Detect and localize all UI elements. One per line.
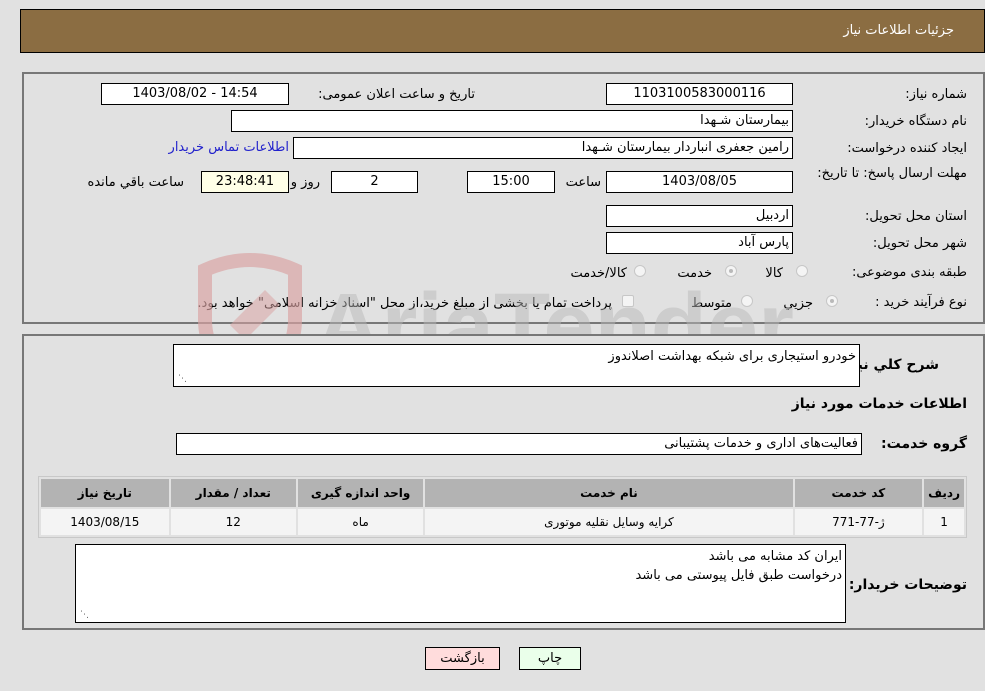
deadline-label: مهلت ارسال پاسخ: تا تاریخ: xyxy=(817,166,967,181)
days-label: روز و xyxy=(290,175,320,190)
province-field[interactable]: اردبیل xyxy=(606,205,793,227)
deadline-time-label: ساعت xyxy=(565,175,601,190)
services-table: ردیف کد خدمت نام خدمت واحد اندازه گیری ت… xyxy=(38,476,967,538)
category-radio-service[interactable] xyxy=(725,265,737,277)
col-header-row-number: ردیف xyxy=(924,479,964,507)
city-field[interactable]: پارس آباد xyxy=(606,232,793,254)
days-remaining-field[interactable]: 2 xyxy=(331,171,418,193)
buyer-contact-link[interactable]: اطلاعات تماس خریدار xyxy=(169,140,289,155)
service-group-label: گروه خدمت: xyxy=(881,436,967,452)
treasury-checkbox[interactable] xyxy=(622,295,634,307)
buyer-org-field[interactable]: بیمارستان شـهدا xyxy=(231,110,793,132)
table-row: 1 ژ-77-771 کرایه وسایل نقلیه موتوری ماه … xyxy=(41,509,964,535)
table-header-row: ردیف کد خدمت نام خدمت واحد اندازه گیری ت… xyxy=(41,479,964,507)
province-label: استان محل تحویل: xyxy=(865,209,967,224)
cell-need-date: 1403/08/15 xyxy=(41,509,169,535)
print-button[interactable]: چاپ xyxy=(519,647,581,670)
cell-service-name: کرایه وسایل نقلیه موتوری xyxy=(425,509,793,535)
creator-label: ایجاد کننده درخواست: xyxy=(847,141,967,156)
col-header-unit: واحد اندازه گیری xyxy=(297,479,424,507)
process-option-minor: جزيي xyxy=(783,296,813,311)
category-option-goods: کالا xyxy=(765,266,783,281)
deadline-time-field[interactable]: 15:00 xyxy=(467,171,555,193)
resize-grip-icon[interactable]: ⋰ xyxy=(79,610,89,620)
buyer-notes-line-2: درخواست طبق فایل پیوستی می باشد xyxy=(635,568,842,583)
process-type-label: نوع فرآیند خرید : xyxy=(875,295,967,310)
back-button[interactable]: بازگشت xyxy=(425,647,500,670)
resize-grip-icon[interactable]: ⋰ xyxy=(177,374,187,384)
cell-service-code: ژ-77-771 xyxy=(794,509,923,535)
col-header-quantity: تعداد / مقدار xyxy=(170,479,296,507)
services-heading: اطلاعات خدمات مورد نیاز xyxy=(791,396,967,412)
remaining-time-field[interactable]: 23:48:41 xyxy=(201,171,289,193)
description-text: خودرو استیجاری برای شبکه بهداشت اصلاندوز xyxy=(608,349,856,364)
buyer-notes-line-1: ایران کد مشابه می باشد xyxy=(708,549,842,564)
buyer-org-label: نام دستگاه خریدار: xyxy=(864,114,967,129)
page-title: جزئیات اطلاعات نیاز xyxy=(843,23,954,38)
deadline-date-field[interactable]: 1403/08/05 xyxy=(606,171,793,193)
col-header-need-date: تاریخ نیاز xyxy=(41,479,169,507)
col-header-service-code: کد خدمت xyxy=(794,479,923,507)
col-header-service-name: نام خدمت xyxy=(425,479,793,507)
process-radio-minor[interactable] xyxy=(826,295,838,307)
category-option-service: خدمت xyxy=(677,266,712,281)
need-number-field[interactable]: 1103100583000116 xyxy=(606,83,793,105)
city-label: شهر محل تحویل: xyxy=(872,236,967,251)
buyer-notes-label: توضیحات خریدار: xyxy=(848,577,967,593)
description-textarea[interactable]: خودرو استیجاری برای شبکه بهداشت اصلاندوز… xyxy=(173,344,860,387)
creator-field[interactable]: رامین جعفری انباردار بیمارستان شـهدا xyxy=(293,137,793,159)
category-radio-goods-service[interactable] xyxy=(634,265,646,277)
services-table-wrapper: ردیف کد خدمت نام خدمت واحد اندازه گیری ت… xyxy=(38,476,967,538)
page-header: جزئیات اطلاعات نیاز xyxy=(20,9,985,53)
remaining-time-label: ساعت باقي مانده xyxy=(87,175,184,190)
process-radio-medium[interactable] xyxy=(741,295,753,307)
buyer-notes-textarea[interactable]: ایران کد مشابه می باشد درخواست طبق فایل … xyxy=(75,544,846,623)
process-option-medium: متوسط xyxy=(691,296,732,311)
cell-row-number: 1 xyxy=(924,509,964,535)
announce-date-field[interactable]: 1403/08/02 - 14:54 xyxy=(101,83,289,105)
announce-date-label: تاریخ و ساعت اعلان عمومی: xyxy=(318,87,475,102)
cell-unit: ماه xyxy=(297,509,424,535)
category-label: طبقه بندی موضوعی: xyxy=(851,265,967,280)
cell-quantity: 12 xyxy=(170,509,296,535)
need-number-label: شماره نیاز: xyxy=(905,87,967,102)
category-radio-goods[interactable] xyxy=(796,265,808,277)
treasury-note: پرداخت تمام یا بخشی از مبلغ خرید،از محل … xyxy=(197,296,612,311)
service-group-field[interactable]: فعالیت‌های اداری و خدمات پشتیبانی xyxy=(176,433,862,455)
category-option-goods-service: کالا/خدمت xyxy=(570,266,627,281)
